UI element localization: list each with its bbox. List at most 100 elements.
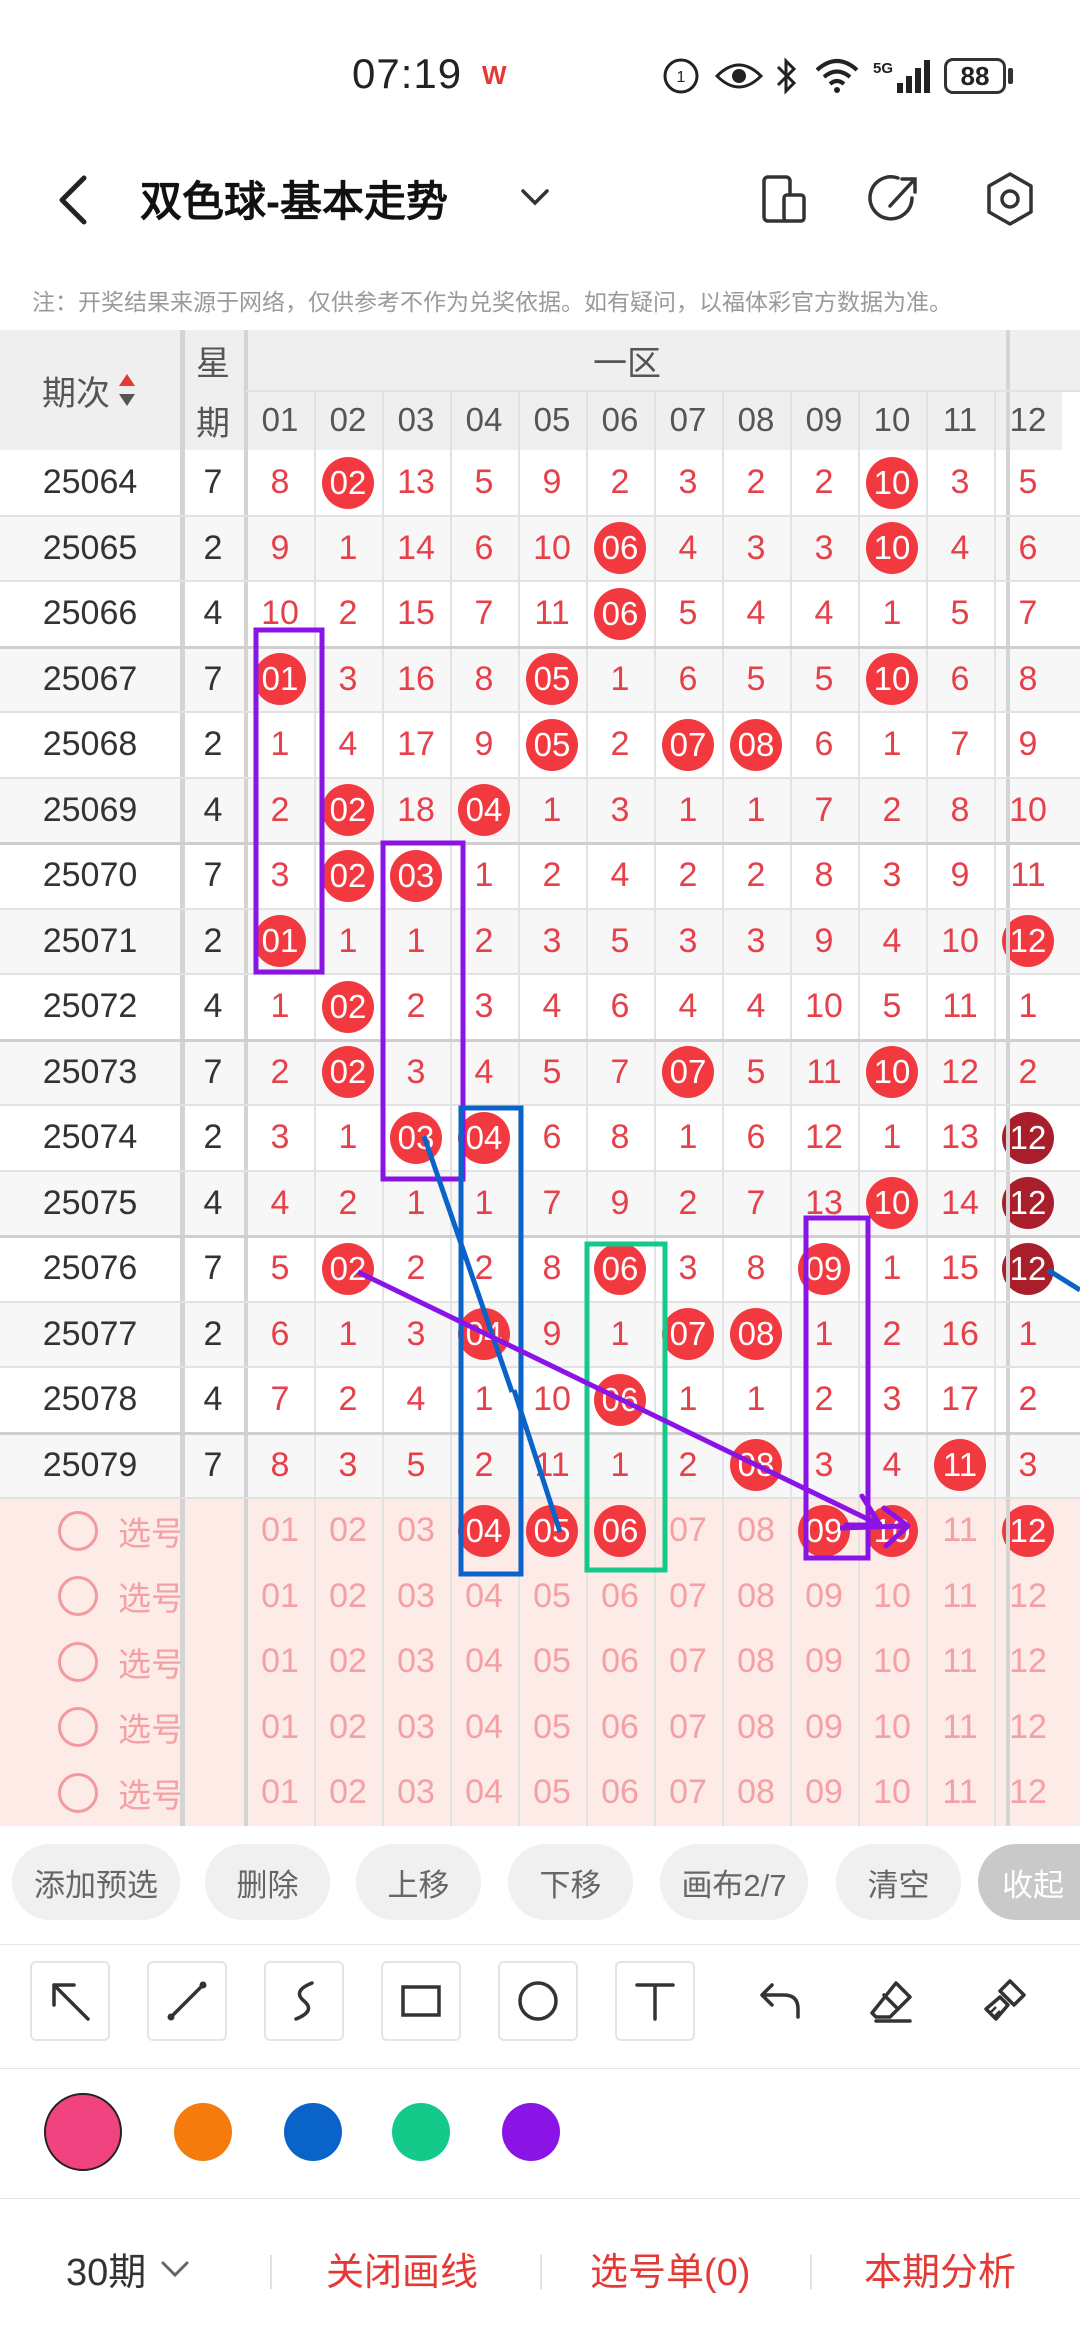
pick-number[interactable]: 01 bbox=[246, 1629, 314, 1695]
rectangle-icon[interactable] bbox=[381, 1961, 461, 2041]
pick-number[interactable]: 12 bbox=[994, 1695, 1062, 1761]
pick-number[interactable]: 04 bbox=[450, 1629, 518, 1695]
page-title[interactable]: 双色球-基本走势 bbox=[140, 168, 448, 229]
radio-button[interactable] bbox=[58, 1576, 98, 1617]
selected-ball[interactable]: 10 bbox=[866, 1504, 918, 1557]
color-swatch[interactable] bbox=[284, 2103, 342, 2161]
select-arrow-icon[interactable] bbox=[30, 1961, 110, 2041]
radio-button[interactable] bbox=[58, 1772, 98, 1813]
pick-number[interactable]: 03 bbox=[382, 1760, 450, 1826]
pick-number[interactable]: 03 bbox=[382, 1498, 450, 1564]
pick-number[interactable]: 05 bbox=[518, 1564, 586, 1630]
action-button[interactable]: 下移 bbox=[508, 1844, 633, 1920]
pick-number[interactable]: 11 bbox=[926, 1629, 994, 1695]
pick-number[interactable]: 01 bbox=[246, 1498, 314, 1564]
pick-number[interactable]: 10 bbox=[858, 1760, 926, 1826]
radio-button[interactable] bbox=[58, 1707, 98, 1748]
action-button[interactable]: 清空 bbox=[836, 1844, 961, 1920]
period-count-dropdown[interactable]: 30期 bbox=[66, 2241, 192, 2296]
pick-number[interactable]: 06 bbox=[586, 1498, 654, 1564]
settings-icon[interactable] bbox=[980, 168, 1040, 230]
color-swatch[interactable] bbox=[44, 2093, 122, 2171]
pick-number[interactable]: 07 bbox=[654, 1629, 722, 1695]
pick-number[interactable]: 03 bbox=[382, 1695, 450, 1761]
pick-number[interactable]: 09 bbox=[790, 1629, 858, 1695]
pick-number[interactable]: 05 bbox=[518, 1629, 586, 1695]
pick-number[interactable]: 07 bbox=[654, 1564, 722, 1630]
pick-number[interactable]: 06 bbox=[586, 1564, 654, 1630]
pick-number[interactable]: 10 bbox=[858, 1695, 926, 1761]
chevron-down-icon[interactable] bbox=[518, 182, 552, 212]
pick-number[interactable]: 03 bbox=[382, 1564, 450, 1630]
clear-brush-icon[interactable] bbox=[964, 1961, 1044, 2041]
analysis-button[interactable]: 本期分析 bbox=[864, 2241, 1016, 2296]
close-lines-button[interactable]: 关闭画线 bbox=[326, 2241, 478, 2296]
pick-number[interactable]: 04 bbox=[450, 1695, 518, 1761]
pick-row-selector[interactable]: 选号 bbox=[0, 1629, 246, 1695]
pick-number[interactable]: 03 bbox=[382, 1629, 450, 1695]
selected-ball[interactable]: 09 bbox=[798, 1504, 850, 1557]
pick-number[interactable]: 02 bbox=[314, 1629, 382, 1695]
pick-row-selector[interactable]: 选号 bbox=[0, 1564, 246, 1630]
undo-icon[interactable] bbox=[740, 1961, 820, 2041]
action-button[interactable]: 画布2/7 bbox=[660, 1844, 808, 1920]
line-icon[interactable] bbox=[147, 1961, 227, 2041]
pick-number[interactable]: 08 bbox=[722, 1629, 790, 1695]
pick-number[interactable]: 04 bbox=[450, 1564, 518, 1630]
pick-number[interactable]: 09 bbox=[790, 1760, 858, 1826]
pick-number[interactable]: 07 bbox=[654, 1760, 722, 1826]
pick-number[interactable]: 10 bbox=[858, 1629, 926, 1695]
color-swatch[interactable] bbox=[174, 2103, 232, 2161]
eraser-icon[interactable] bbox=[852, 1961, 932, 2041]
pick-number[interactable]: 02 bbox=[314, 1760, 382, 1826]
pick-row-selector[interactable]: 选号 bbox=[0, 1695, 246, 1761]
pick-number[interactable]: 04 bbox=[450, 1498, 518, 1564]
pick-number[interactable]: 11 bbox=[926, 1498, 994, 1564]
color-swatch[interactable] bbox=[392, 2103, 450, 2161]
selected-ball[interactable]: 06 bbox=[594, 1504, 646, 1557]
pick-number[interactable]: 12 bbox=[994, 1498, 1062, 1564]
pick-number[interactable]: 12 bbox=[994, 1564, 1062, 1630]
pick-number[interactable]: 01 bbox=[246, 1760, 314, 1826]
pick-number[interactable]: 09 bbox=[790, 1498, 858, 1564]
selected-ball[interactable]: 05 bbox=[526, 1504, 578, 1557]
color-swatch[interactable] bbox=[502, 2103, 560, 2161]
pick-number[interactable]: 05 bbox=[518, 1760, 586, 1826]
back-arrow-icon[interactable] bbox=[50, 170, 100, 230]
action-button[interactable]: 上移 bbox=[356, 1844, 481, 1920]
pick-number[interactable]: 06 bbox=[586, 1695, 654, 1761]
pick-row-selector[interactable]: 选号 bbox=[0, 1760, 246, 1826]
pick-number[interactable]: 07 bbox=[654, 1695, 722, 1761]
action-button[interactable]: 收起 bbox=[978, 1844, 1080, 1920]
pick-number[interactable]: 09 bbox=[790, 1564, 858, 1630]
pick-number[interactable]: 04 bbox=[450, 1760, 518, 1826]
pick-number[interactable]: 11 bbox=[926, 1760, 994, 1826]
pick-number[interactable]: 09 bbox=[790, 1695, 858, 1761]
text-icon[interactable] bbox=[615, 1961, 695, 2041]
pick-number[interactable]: 08 bbox=[722, 1564, 790, 1630]
pick-number[interactable]: 05 bbox=[518, 1695, 586, 1761]
pick-number[interactable]: 02 bbox=[314, 1695, 382, 1761]
pick-number[interactable]: 10 bbox=[858, 1498, 926, 1564]
pick-number[interactable]: 01 bbox=[246, 1564, 314, 1630]
selected-ball[interactable]: 04 bbox=[458, 1504, 510, 1557]
curve-icon[interactable] bbox=[264, 1961, 344, 2041]
radio-button[interactable] bbox=[58, 1641, 98, 1682]
pick-number[interactable]: 11 bbox=[926, 1695, 994, 1761]
pick-number[interactable]: 02 bbox=[314, 1564, 382, 1630]
pick-number[interactable]: 12 bbox=[994, 1760, 1062, 1826]
device-layout-icon[interactable] bbox=[754, 168, 814, 230]
circle-icon[interactable] bbox=[498, 1961, 578, 2041]
action-button[interactable]: 删除 bbox=[205, 1844, 330, 1920]
pick-number[interactable]: 12 bbox=[994, 1629, 1062, 1695]
pick-number[interactable]: 02 bbox=[314, 1498, 382, 1564]
pick-number[interactable]: 07 bbox=[654, 1498, 722, 1564]
pick-number[interactable]: 10 bbox=[858, 1564, 926, 1630]
pick-number[interactable]: 05 bbox=[518, 1498, 586, 1564]
pick-number[interactable]: 08 bbox=[722, 1760, 790, 1826]
pick-number[interactable]: 06 bbox=[586, 1629, 654, 1695]
radio-button[interactable] bbox=[58, 1510, 98, 1551]
share-icon[interactable] bbox=[866, 168, 926, 230]
pick-number[interactable]: 08 bbox=[722, 1498, 790, 1564]
action-button[interactable]: 添加预选 bbox=[12, 1844, 180, 1920]
